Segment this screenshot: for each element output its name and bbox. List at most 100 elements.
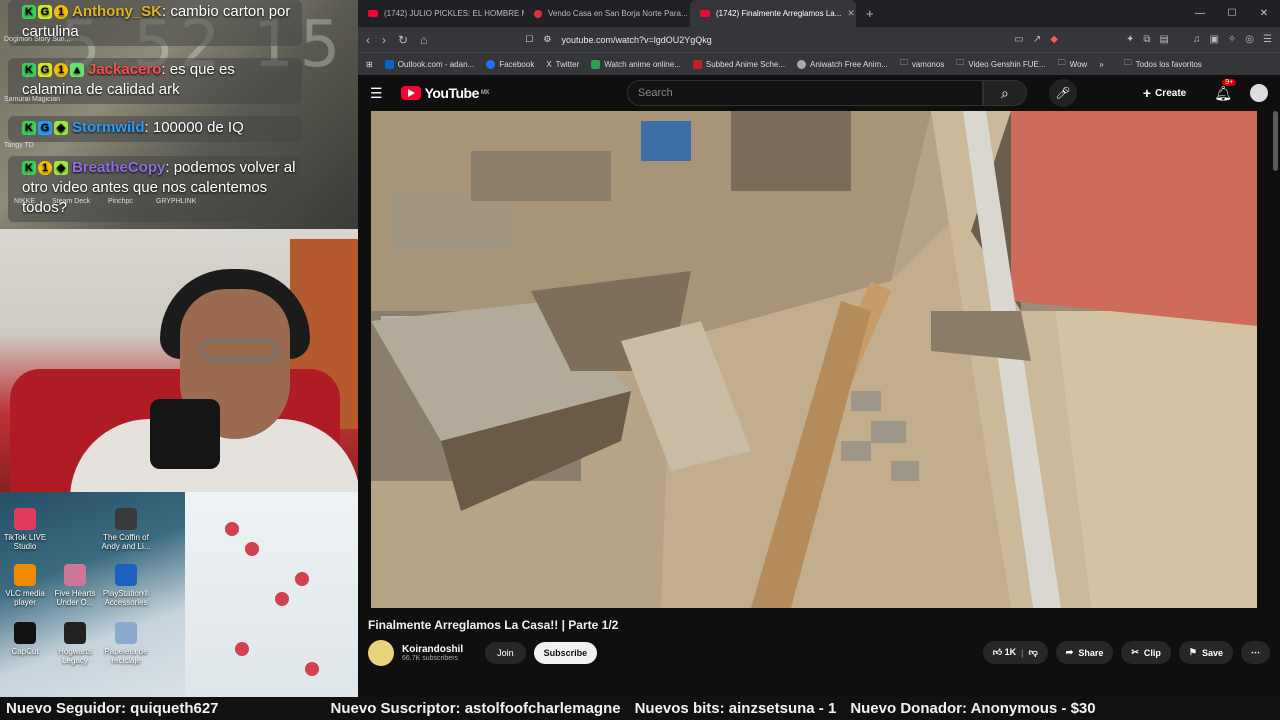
reload-icon[interactable]: ↻ — [398, 33, 408, 47]
back-icon[interactable]: ‹ — [366, 33, 370, 47]
music-icon[interactable]: ♫ — [1193, 34, 1201, 45]
menu-icon[interactable]: ☰ — [1263, 34, 1272, 45]
stream-label: Steam Deck — [52, 198, 91, 205]
desktop-icon-playstation[interactable]: PlayStation® Accessories — [96, 564, 156, 607]
playstation-icon — [115, 564, 137, 586]
all-bookmarks-folder[interactable]: 🗀 Todos los favoritos — [1124, 57, 1202, 71]
subbed-anime-icon — [692, 59, 702, 69]
close-tab-icon[interactable]: ✕ — [847, 8, 855, 19]
like-button[interactable]: 👍︎ 1K — [993, 647, 1016, 658]
window-controls: — ☐ ✕ — [1184, 8, 1280, 19]
url-text[interactable]: youtube.com/watch?v=lgdOU2YgQkg — [561, 35, 711, 45]
chat-text: : 100000 de IQ — [144, 119, 244, 136]
share-button[interactable]: ➦ Share — [1055, 641, 1114, 664]
microphone-icon[interactable]: 🎤︎ — [1048, 79, 1077, 107]
vpn-icon[interactable]: ◎ — [1245, 34, 1254, 45]
video-frame — [371, 111, 1257, 608]
wallpaper-art — [185, 492, 358, 697]
user-badges: KG1 — [22, 5, 68, 20]
search-icon[interactable]: ⌕ — [982, 80, 1027, 106]
bookmark-twitter[interactable]: X Twitter — [546, 60, 579, 69]
youtube-favicon-icon — [368, 10, 378, 17]
anime-site-icon — [591, 59, 601, 69]
channel-name[interactable]: Koirandoshil — [402, 644, 463, 655]
stream-chat-panel: 5 52 15 KG1Anthony_SK: cambio carton por… — [0, 0, 358, 229]
create-button[interactable]: + Create — [1132, 81, 1197, 105]
save-button[interactable]: ⚑ Save — [1178, 641, 1233, 664]
clip-button[interactable]: ✂ Clip — [1121, 641, 1171, 664]
like-dislike-group: 👍︎ 1K | 👎︎ — [982, 641, 1048, 664]
bookmark-outlook[interactable]: Outlook.com - adan... — [384, 59, 474, 69]
bookmark-folder-wow[interactable]: 🗀 Wow — [1058, 57, 1088, 71]
maximize-icon[interactable]: ☐ — [1216, 8, 1248, 19]
desktop-icon-tiktok-live[interactable]: TikTok LIVE Studio — [0, 508, 55, 551]
user-badges: K G 1 ▲ — [22, 63, 84, 78]
ticker-follower: Nuevo Seguidor: quiqueth627 — [6, 700, 219, 717]
ticker-donor: Nuevo Donador: Anonymous - $30 — [850, 700, 1096, 717]
desktop-icon-recycle-bin[interactable]: Papelera de reciclaje — [96, 622, 156, 665]
bookmark-icon[interactable]: ☐ — [525, 34, 533, 45]
youtube-logo[interactable]: YouTube MX — [400, 85, 489, 101]
site-info-icon[interactable]: ⚙ — [543, 34, 551, 45]
wallet-icon[interactable]: ▣ — [1209, 34, 1218, 45]
account-avatar[interactable] — [1250, 84, 1268, 102]
new-tab-button[interactable]: + — [856, 6, 884, 21]
bookmark-aniwatch[interactable]: Aniwatch Free Anim... — [797, 59, 888, 69]
bookmark-folder-vamonos[interactable]: 🗀 vamonos — [900, 57, 944, 71]
page-scrollbar[interactable] — [1273, 111, 1278, 171]
url-field[interactable]: ☐ ⚙ youtube.com/watch?v=lgdOU2YgQkg — [439, 34, 1002, 45]
more-bookmarks-icon[interactable]: » — [1099, 60, 1103, 69]
apps-grid-icon[interactable]: ⊞ — [366, 60, 373, 69]
extension-icon[interactable]: ✦ — [1126, 34, 1134, 45]
dislike-icon[interactable]: 👎︎ — [1029, 647, 1038, 658]
video-player[interactable] — [371, 111, 1257, 608]
puzzle-icon[interactable]: ⧉ — [1143, 34, 1150, 45]
bookmark-subbed-anime[interactable]: Subbed Anime Sche... — [692, 59, 785, 69]
chat-message: K G ◆ Stormwild: 100000 de IQ — [8, 116, 302, 142]
close-window-icon[interactable]: ✕ — [1248, 8, 1280, 19]
chat-username: Anthony_SK — [72, 3, 162, 20]
ai-icon[interactable]: ✧ — [1228, 34, 1236, 45]
tab-strip: (1742) JULIO PICKLES: EL HOMBRE M...✕ Ve… — [358, 0, 1280, 27]
search-input[interactable]: Search — [626, 80, 983, 106]
stream-label: Pinchpc — [108, 198, 133, 205]
stream-label: Samurai Magician — [4, 96, 61, 103]
brave-shield-icon[interactable]: ◆ — [1050, 34, 1058, 45]
youtube-page: ☰ YouTubeMX Search ⌕ 🎤︎ +Create 🔔︎9+ — [358, 75, 1280, 697]
forward-icon[interactable]: › — [382, 33, 386, 47]
youtube-play-icon — [400, 86, 421, 100]
join-button[interactable]: Join — [485, 642, 526, 664]
stream-alerts-ticker: Nuevo Seguidor: quiqueth627 Nuevo Suscri… — [0, 697, 1280, 720]
browser-tab[interactable]: Vendo Casa en San Borja Norte Para...✕ — [524, 0, 690, 27]
microphone — [150, 399, 220, 469]
home-icon[interactable]: ⌂ — [420, 33, 427, 47]
browser-tab-active[interactable]: (1742) Finalmente Arreglamos La... ✕ — [690, 0, 856, 27]
ticker-subscriber: Nuevo Suscriptor: astolfoofcharlemagne — [330, 700, 621, 717]
folder-icon: 🗀 — [1057, 58, 1066, 67]
screen-capture-icon[interactable]: ▭ — [1014, 34, 1023, 45]
webcam-feed — [0, 229, 358, 492]
extension-toolbar: ▭ ↗ ◆ ✦ ⧉ ▤ ♫ ▣ ✧ ◎ ☰ — [1014, 34, 1272, 45]
more-actions-icon[interactable]: ⋯ — [1241, 641, 1270, 664]
subscriber-count: 66.7K subscribers — [402, 655, 459, 662]
capcut-icon — [14, 622, 36, 644]
bookmark-save-icon: ⚑ — [1188, 647, 1197, 657]
browser-tab[interactable]: (1742) JULIO PICKLES: EL HOMBRE M...✕ — [358, 0, 524, 27]
youtube-favicon-icon — [700, 10, 710, 17]
notifications-bell-icon[interactable]: 🔔︎ 9+ — [1214, 78, 1237, 102]
bookmark-facebook[interactable]: Facebook — [486, 59, 534, 69]
x-icon: X — [546, 59, 552, 69]
share-icon[interactable]: ↗ — [1033, 34, 1041, 45]
hamburger-menu-icon[interactable]: ☰ — [370, 85, 383, 102]
stream-screen: 5 52 15 KG1Anthony_SK: cambio carton por… — [0, 0, 1280, 720]
minimize-icon[interactable]: — — [1184, 8, 1216, 19]
stream-label: GRYPHLINK — [156, 198, 197, 205]
bookmark-folder-genshin[interactable]: 🗀 Video Genshin FUE... — [956, 57, 1045, 71]
streamer-glasses — [200, 339, 278, 361]
subscribe-button[interactable]: Subscribe — [533, 642, 598, 664]
sidebar-icon[interactable]: ▤ — [1160, 34, 1169, 45]
desktop-icon-coffin[interactable]: The Coffin of Andy and Li... — [96, 508, 156, 551]
channel-avatar[interactable] — [368, 640, 394, 666]
bookmark-watch-anime[interactable]: Watch anime online... — [591, 59, 681, 69]
video-actions: 👍︎ 1K | 👎︎ ➦ Share ✂ Clip ⚑ Save ⋯ — [982, 641, 1270, 664]
